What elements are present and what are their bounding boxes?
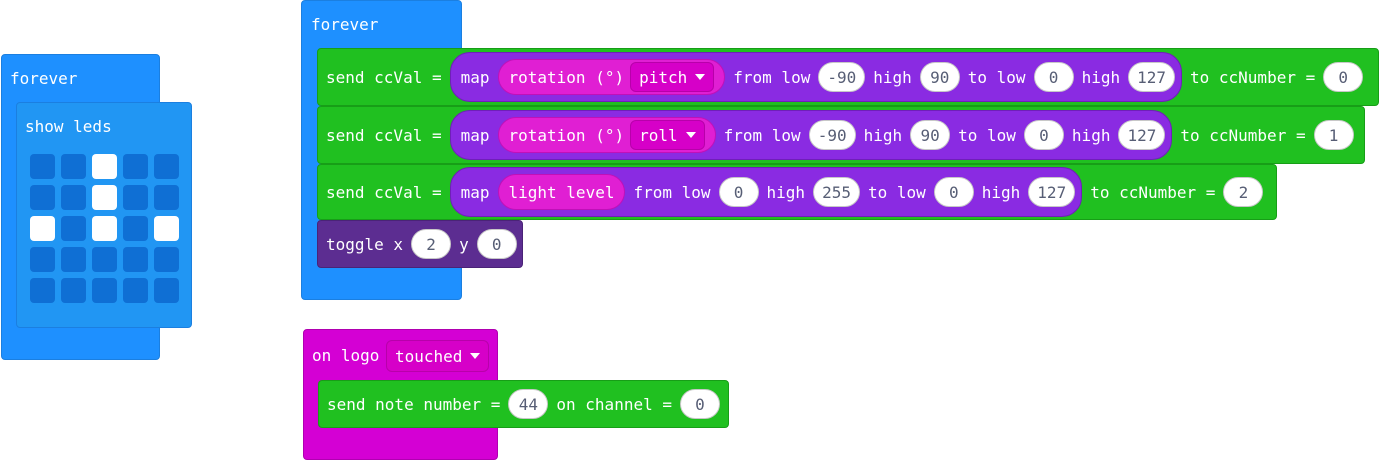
to-high-input[interactable]: 127 <box>1028 177 1076 207</box>
cc-number-input[interactable]: 0 <box>1323 62 1364 92</box>
toggle-y-input[interactable]: 0 <box>476 229 517 259</box>
logo-event-dropdown[interactable]: touched <box>386 340 490 372</box>
cc-number-label: to ccNumber = <box>1190 67 1316 87</box>
toggle-x-input[interactable]: 2 <box>411 229 452 259</box>
axis-value: roll <box>639 125 678 145</box>
chevron-down-icon <box>470 353 481 359</box>
led-r4-c4[interactable] <box>154 278 179 303</box>
cc-number-label: to ccNumber = <box>1090 182 1216 202</box>
to-low-input[interactable]: 0 <box>1033 62 1074 92</box>
from-high-input[interactable]: 255 <box>813 177 860 207</box>
to-low-label: to low <box>958 125 1016 145</box>
send-ccval-block-3[interactable]: send ccVal = map light level from low 0 … <box>317 164 1277 220</box>
led-r4-c3[interactable] <box>123 278 148 303</box>
toggle-y-label: y <box>459 234 469 254</box>
channel-label: on channel = <box>556 394 672 414</box>
cc-number-input[interactable]: 2 <box>1223 177 1264 207</box>
led-r1-c2[interactable] <box>92 185 117 210</box>
on-logo-label: on logo <box>312 346 380 365</box>
led-r4-c1[interactable] <box>61 278 86 303</box>
led-r1-c3[interactable] <box>123 185 148 210</box>
high-label: high <box>1081 67 1121 87</box>
from-low-label: from low <box>723 125 801 145</box>
light-level-block[interactable]: light level <box>497 174 626 210</box>
axis-dropdown[interactable]: roll <box>630 120 705 150</box>
from-low-input[interactable]: 0 <box>718 177 759 207</box>
note-number-input[interactable]: 44 <box>508 389 549 419</box>
map-label: map <box>460 182 490 202</box>
led-r3-c2[interactable] <box>92 247 117 272</box>
led-r3-c3[interactable] <box>123 247 148 272</box>
led-r0-c3[interactable] <box>123 154 148 179</box>
send-ccval-block-1[interactable]: send ccVal = map rotation (°) pitch from… <box>317 48 1379 106</box>
high-label: high <box>863 125 903 145</box>
map-label: map <box>460 125 490 145</box>
send-note-block[interactable]: send note number = 44 on channel = 0 <box>318 380 729 428</box>
high-label: high <box>873 67 912 87</box>
toggle-x-label: toggle x <box>326 234 404 254</box>
led-r3-c1[interactable] <box>61 247 86 272</box>
channel-input[interactable]: 0 <box>679 389 720 419</box>
led-r3-c4[interactable] <box>154 247 179 272</box>
rotation-label: rotation (°) <box>508 67 625 87</box>
from-high-input[interactable]: 90 <box>919 62 960 92</box>
led-r1-c0[interactable] <box>30 185 55 210</box>
from-low-input[interactable]: -90 <box>818 62 866 92</box>
rotation-block[interactable]: rotation (°) pitch <box>497 59 726 95</box>
led-r0-c0[interactable] <box>30 154 55 179</box>
send-ccval-label: send ccVal = <box>326 182 442 202</box>
map-block[interactable]: map light level from low 0 high 255 to l… <box>449 167 1083 217</box>
from-low-label: from low <box>633 182 711 202</box>
send-ccval-label: send ccVal = <box>326 125 442 145</box>
to-low-input[interactable]: 0 <box>1023 120 1064 150</box>
send-ccval-block-2[interactable]: send ccVal = map rotation (°) roll from … <box>317 106 1365 164</box>
map-block[interactable]: map rotation (°) pitch from low -90 high… <box>449 52 1182 102</box>
to-low-input[interactable]: 0 <box>933 177 974 207</box>
logo-event-value: touched <box>395 346 463 366</box>
to-high-input[interactable]: 127 <box>1118 120 1166 150</box>
led-r2-c3[interactable] <box>123 216 148 241</box>
axis-dropdown[interactable]: pitch <box>630 62 715 92</box>
to-low-label: to low <box>967 67 1026 87</box>
send-ccval-label: send ccVal = <box>326 67 442 87</box>
toggle-block[interactable]: toggle x 2 y 0 <box>317 220 523 268</box>
show-leds-label: show leds <box>25 117 112 136</box>
from-low-input[interactable]: -90 <box>808 120 856 150</box>
led-r2-c0[interactable] <box>30 216 55 241</box>
led-r4-c0[interactable] <box>30 278 55 303</box>
cc-number-input[interactable]: 1 <box>1313 120 1354 150</box>
led-r0-c2[interactable] <box>92 154 117 179</box>
led-r0-c4[interactable] <box>154 154 179 179</box>
led-r1-c4[interactable] <box>154 185 179 210</box>
from-high-input[interactable]: 90 <box>910 120 951 150</box>
to-low-label: to low <box>867 182 926 202</box>
chevron-down-icon <box>685 132 696 138</box>
cc-number-label: to ccNumber = <box>1180 125 1306 145</box>
led-grid <box>30 154 179 303</box>
high-label: high <box>1071 125 1111 145</box>
forever-label: forever <box>311 15 379 34</box>
led-r3-c0[interactable] <box>30 247 55 272</box>
high-label: high <box>766 182 806 202</box>
send-note-label: send note number = <box>327 394 501 414</box>
rotation-label: rotation (°) <box>508 125 625 145</box>
light-level-label: light level <box>508 182 615 202</box>
map-label: map <box>460 67 490 87</box>
rotation-block[interactable]: rotation (°) roll <box>497 117 716 153</box>
led-r2-c2[interactable] <box>92 216 117 241</box>
chevron-down-icon <box>695 74 706 80</box>
forever-label: forever <box>10 69 78 88</box>
to-high-input[interactable]: 127 <box>1128 62 1175 92</box>
high-label: high <box>981 182 1021 202</box>
led-r4-c2[interactable] <box>92 278 117 303</box>
map-block[interactable]: map rotation (°) roll from low -90 high … <box>449 110 1173 160</box>
led-r0-c1[interactable] <box>61 154 86 179</box>
axis-value: pitch <box>639 67 688 87</box>
led-r1-c1[interactable] <box>61 185 86 210</box>
from-low-label: from low <box>733 67 811 87</box>
led-r2-c4[interactable] <box>154 216 179 241</box>
led-r2-c1[interactable] <box>61 216 86 241</box>
